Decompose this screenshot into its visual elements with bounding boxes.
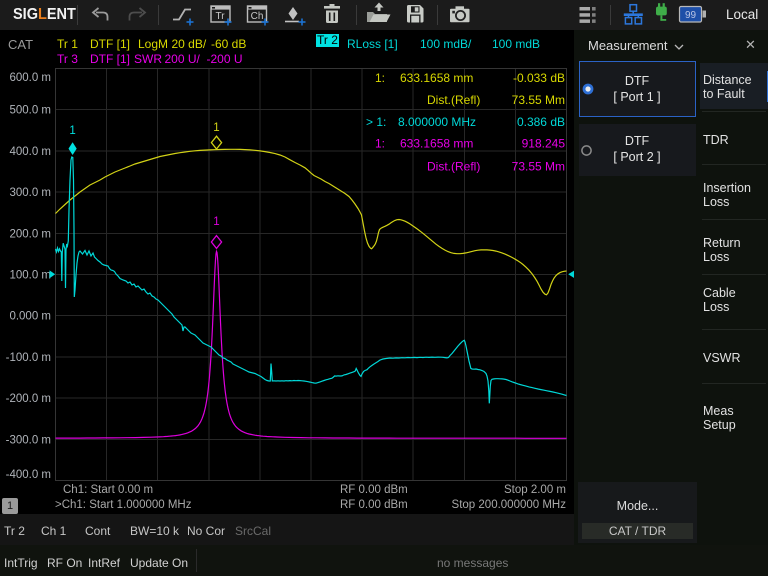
svg-text:Dist.(Refl): Dist.(Refl): [427, 93, 480, 107]
svg-text:600.0 m: 600.0 m: [9, 72, 51, 84]
svg-text:0.386 dB: 0.386 dB: [517, 115, 565, 129]
svg-text:73.55 Mm: 73.55 Mm: [512, 93, 565, 107]
svg-text:> 1:: > 1:: [366, 115, 386, 129]
svg-text:400.0 m: 400.0 m: [9, 146, 51, 158]
svg-text:100.0 m: 100.0 m: [9, 270, 51, 282]
svg-text:73.55 Mm: 73.55 Mm: [512, 160, 565, 174]
svg-text:1:: 1:: [375, 71, 385, 85]
svg-text:200.0 m: 200.0 m: [9, 228, 51, 240]
svg-text:1: 1: [69, 125, 75, 137]
svg-text:500.0 m: 500.0 m: [9, 105, 51, 117]
svg-text:-400.0 m: -400.0 m: [6, 469, 51, 481]
svg-text:-200.0 m: -200.0 m: [6, 393, 51, 405]
svg-text:-0.033 dB: -0.033 dB: [513, 71, 565, 85]
svg-text:918.245: 918.245: [522, 137, 566, 151]
svg-text:633.1658 mm: 633.1658 mm: [400, 71, 473, 85]
svg-text:-100.0 m: -100.0 m: [6, 352, 51, 364]
svg-text:633.1658 mm: 633.1658 mm: [400, 137, 473, 151]
svg-text:1:: 1:: [375, 137, 385, 151]
svg-text:1: 1: [213, 122, 219, 134]
svg-text:0.000 m: 0.000 m: [9, 311, 51, 323]
svg-text:8.000000 MHz: 8.000000 MHz: [398, 115, 476, 129]
svg-text:-300.0 m: -300.0 m: [6, 434, 51, 446]
svg-text:300.0 m: 300.0 m: [9, 187, 51, 199]
svg-text:Dist.(Refl): Dist.(Refl): [427, 160, 480, 174]
svg-text:1: 1: [213, 216, 219, 228]
